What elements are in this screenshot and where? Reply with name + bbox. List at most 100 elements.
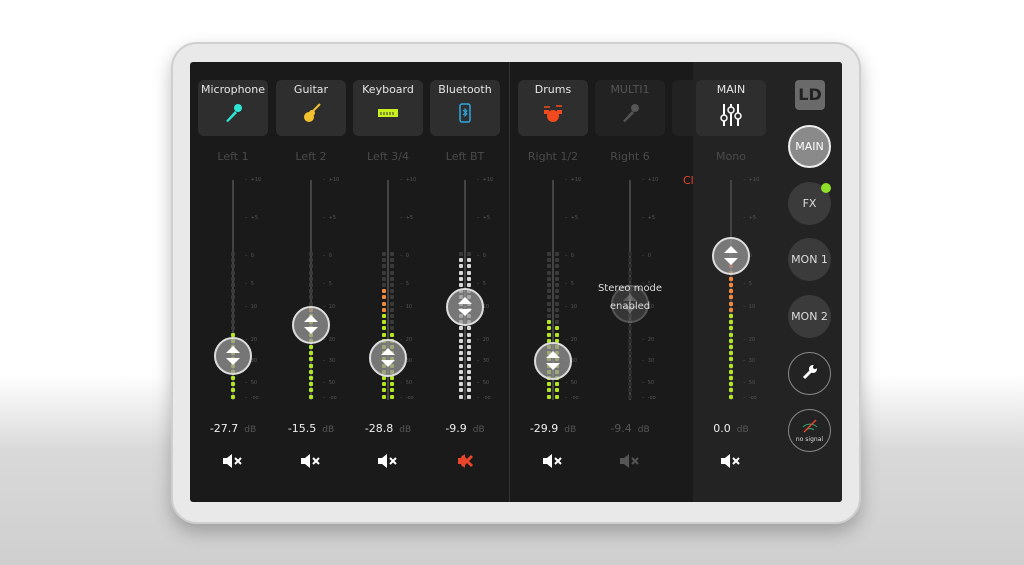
channel-card-3[interactable]: Bluetooth <box>430 80 500 136</box>
channel-card-4[interactable]: Drums <box>518 80 588 136</box>
fader-knob[interactable] <box>712 237 750 275</box>
meter-segment <box>390 320 394 325</box>
meter-segment <box>390 301 394 306</box>
meter-segment <box>628 270 632 275</box>
meter-segment <box>467 388 471 393</box>
meter-segment <box>467 345 471 349</box>
mute-button[interactable] <box>221 452 245 470</box>
meter-segment <box>729 314 733 318</box>
scale-tick: – +5 <box>642 215 656 221</box>
scale-tick: – 0 <box>477 253 486 259</box>
meter-segment <box>459 363 463 368</box>
meter-segment <box>467 252 471 256</box>
mute-button[interactable] <box>376 452 400 470</box>
scale-tick: – 30 <box>323 358 336 364</box>
sidebar-button-label: MON 2 <box>791 310 828 323</box>
scale-tick: – 10 <box>743 304 756 310</box>
meter-segment <box>459 264 463 269</box>
scale-tick: – 5 <box>245 281 254 287</box>
meter-segment <box>555 295 559 300</box>
scale-tick: – 0 <box>245 253 254 259</box>
channel-output: Right 6 <box>610 150 650 163</box>
fader-value: -9.9 dB <box>445 422 485 435</box>
sidebar-button-3[interactable]: MON 2 <box>788 295 831 338</box>
meter-segment <box>467 382 471 387</box>
scale-tick: – 20 <box>565 337 578 343</box>
meter-segment <box>231 270 235 275</box>
sidebar-button-1[interactable]: FX <box>788 182 831 225</box>
meter-segment <box>467 332 471 337</box>
meter-segment <box>555 264 559 269</box>
mute-button[interactable] <box>299 452 323 470</box>
sidebar-button-2[interactable]: MON 1 <box>788 238 831 281</box>
meter-segment <box>382 270 386 275</box>
meter-segment <box>628 369 632 374</box>
meter-segment <box>390 289 394 294</box>
mute-button[interactable] <box>541 452 565 470</box>
no-signal-label: no signal <box>795 435 824 443</box>
channel-card-5[interactable]: MULTI1 <box>595 80 665 136</box>
scale-tick: – -oo <box>642 395 656 401</box>
fader-knob[interactable] <box>292 306 330 345</box>
meter-segment <box>729 338 733 343</box>
meter-segment <box>628 351 632 356</box>
scale-tick: – +5 <box>245 215 259 221</box>
channel-name: Bluetooth <box>438 83 492 96</box>
meter-segment <box>555 307 559 312</box>
scale-tick: – 50 <box>323 380 336 386</box>
channel-card-1[interactable]: Guitar <box>276 80 346 136</box>
meter-segment <box>231 307 235 312</box>
meter-segment <box>390 382 394 387</box>
meter-segment <box>467 283 471 287</box>
meter-segment <box>547 301 551 306</box>
meter-segment <box>309 258 313 263</box>
meter-segment <box>547 307 551 312</box>
fader-knob[interactable] <box>214 337 252 376</box>
scale-tick: – 20 <box>400 337 413 343</box>
meter-segment <box>467 338 471 343</box>
meter-segment <box>382 314 386 318</box>
fx-indicator-dot <box>821 183 831 193</box>
channel-output: Left BT <box>445 150 485 163</box>
meter-segment <box>729 307 733 312</box>
meter-segment <box>547 276 551 281</box>
sidebar-button-4[interactable] <box>788 352 831 395</box>
meter-segment <box>628 264 632 269</box>
scale-tick: – +10 <box>743 177 760 183</box>
channel-card-2[interactable]: Keyboard <box>353 80 423 136</box>
meter-segment <box>729 332 733 337</box>
meter-segment <box>547 252 551 256</box>
mute-button[interactable] <box>719 452 743 470</box>
meter-segment <box>231 326 235 331</box>
meter-segment <box>231 289 235 294</box>
scale-tick: – 0 <box>642 253 651 259</box>
fader-knob[interactable] <box>534 341 572 380</box>
fader-knob[interactable] <box>446 287 484 326</box>
meter-segment <box>459 382 463 387</box>
channel-output: Left 3/4 <box>367 150 409 163</box>
meter-segment <box>555 252 559 256</box>
meter-segment <box>459 258 463 263</box>
scale-tick: – 30 <box>642 358 655 364</box>
meter-segment <box>459 357 463 362</box>
channel-output: Right 1/2 <box>527 150 579 163</box>
sidebar-button-0[interactable]: MAIN <box>788 125 831 168</box>
scale-tick: – 10 <box>565 304 578 310</box>
sidebar-button-5[interactable]: no signal <box>788 409 831 452</box>
meter-segment <box>382 252 386 256</box>
mute-button[interactable] <box>453 452 477 470</box>
scale-tick: – 50 <box>477 380 490 386</box>
fader-knob[interactable] <box>369 339 407 378</box>
meter-segment <box>628 376 632 380</box>
meter-segment <box>467 326 471 331</box>
scale-tick: – +5 <box>400 215 414 221</box>
channel-card-main[interactable]: MAIN <box>696 80 766 136</box>
meter-segment <box>547 388 551 393</box>
mute-button[interactable] <box>618 452 642 470</box>
scale-tick: – 5 <box>743 281 752 287</box>
channel-card-0[interactable]: Microphone <box>198 80 268 136</box>
meter-segment <box>729 376 733 380</box>
meter-segment <box>390 388 394 393</box>
meter-segment <box>231 332 235 337</box>
channel-name: Drums <box>534 83 572 96</box>
